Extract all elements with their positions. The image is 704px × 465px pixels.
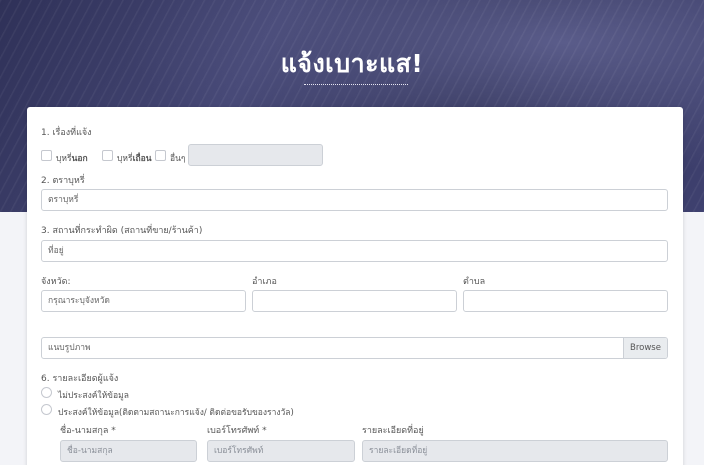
subdistrict-label: ตำบล [463,277,486,287]
option-other-label: อื่นๆ [170,154,186,164]
title-underline [304,84,408,85]
checkbox-other[interactable] [155,150,166,161]
radio-no-info[interactable] [41,387,52,398]
q3-label: 3. สถานที่กระทำผิด (สถานที่ขาย/ร้านค้า) [41,226,203,236]
report-form: 1. เรื่องที่แจ้ง บุหรี่นอก บุหรี่เถื่อน … [27,107,683,465]
other-input[interactable] [188,144,323,166]
radio-give-info[interactable] [41,404,52,415]
province-label: จังหวัด: [41,277,71,287]
q2-label: 2. ตราบุหรี่ [41,176,85,186]
browse-button[interactable]: Browse [623,338,667,358]
option-cigarette-illicit-label: บุหรี่เถื่อน [117,154,152,164]
phone-input[interactable]: เบอร์โทรศัพท์ [207,440,355,462]
district-label: อำเภอ [252,277,277,287]
district-select[interactable] [252,290,457,312]
image-upload[interactable]: แนบรูปภาพ Browse [41,337,668,359]
radio-give-info-label: ประสงค์ให้ข้อมูล(ติดตามสถานะการแจ้ง/ ติด… [58,408,294,418]
upload-placeholder: แนบรูปภาพ [48,343,91,353]
name-label: ชื่อ-นามสกุล * [60,426,116,436]
address-detail-input[interactable]: รายละเอียดที่อยู่ [362,440,668,462]
address-input[interactable]: ที่อยู่ [41,240,668,262]
q1-label: 1. เรื่องที่แจ้ง [41,128,92,138]
checkbox-cigarette-smuggled[interactable] [41,150,52,161]
province-select[interactable]: กรุณาระบุจังหวัด [41,290,246,312]
address-detail-label: รายละเอียดที่อยู่ [362,426,424,436]
q6-label: 6. รายละเอียดผู้แจ้ง [41,374,119,384]
page-title: แจ้งเบาะแส! [280,49,424,78]
checkbox-cigarette-illicit[interactable] [102,150,113,161]
name-input[interactable]: ชื่อ-นามสกุล [60,440,197,462]
brand-input[interactable]: ตราบุหรี่ [41,189,668,211]
phone-label: เบอร์โทรศัพท์ * [207,426,267,436]
radio-no-info-label: ไม่ประสงค์ให้ข้อมูล [58,391,129,401]
option-cigarette-smuggled-label: บุหรี่นอก [56,154,88,164]
subdistrict-select[interactable] [463,290,668,312]
